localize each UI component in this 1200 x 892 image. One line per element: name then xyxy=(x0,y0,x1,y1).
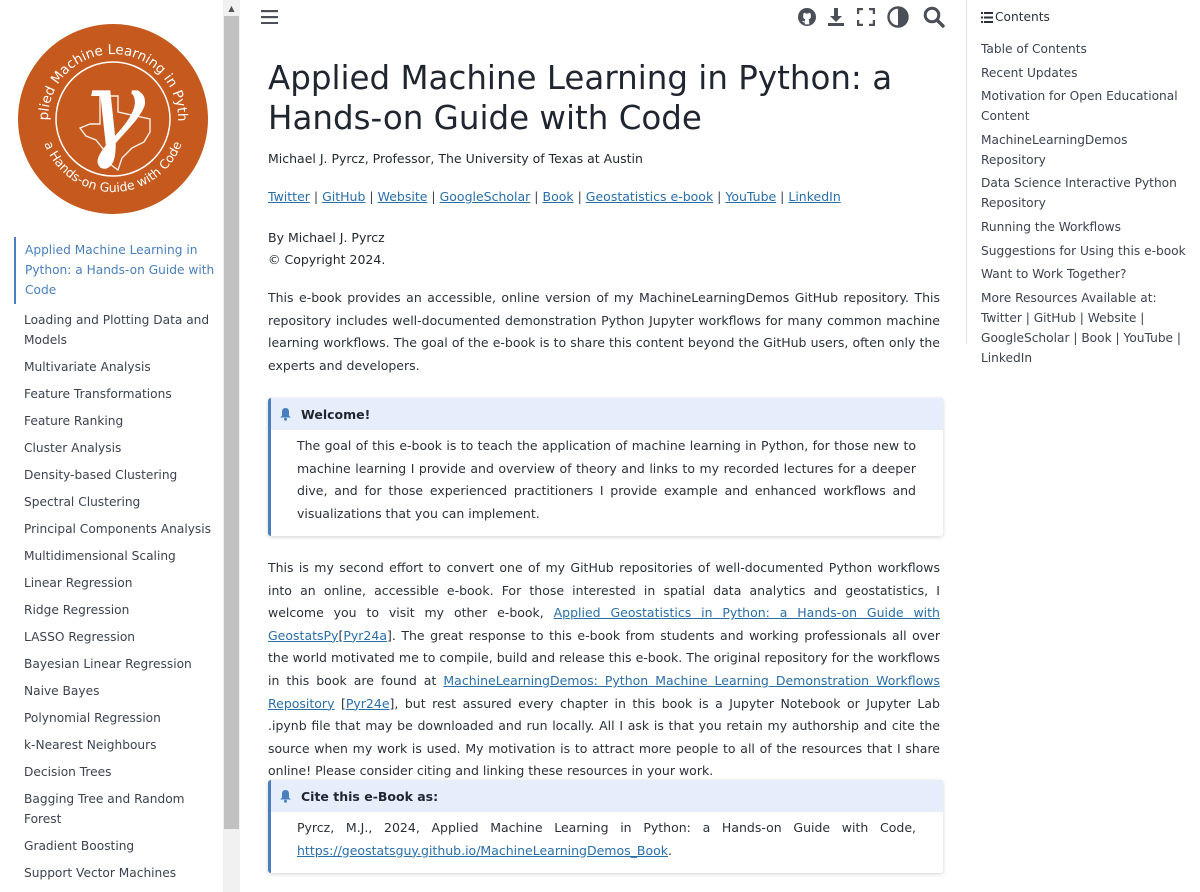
sidebar-nav-item[interactable]: LASSO Regression xyxy=(14,624,220,651)
sidebar-nav-item[interactable]: Ridge Regression xyxy=(14,597,220,624)
social-links: Twitter | GitHub | Website | GoogleSchol… xyxy=(268,189,841,204)
sidebar-nav-item[interactable]: Spectral Clustering xyxy=(14,489,220,516)
toc-item[interactable]: Data Science Interactive Python Reposito… xyxy=(981,173,1193,213)
toc-item[interactable]: Recent Updates xyxy=(981,63,1193,83)
sidebar-nav-item[interactable]: Principal Components Analysis xyxy=(14,516,220,543)
link-separator: | xyxy=(365,189,378,204)
toc-item[interactable]: Motivation for Open Educational Content xyxy=(981,86,1193,126)
sidebar-nav-item[interactable]: Gradient Boosting xyxy=(14,833,220,860)
github-icon[interactable] xyxy=(795,5,819,29)
social-link[interactable]: Website xyxy=(378,189,428,204)
admonition-title: Welcome! xyxy=(301,406,371,422)
sidebar-nav-item[interactable]: Density-based Clustering xyxy=(14,462,220,489)
welcome-admonition: Welcome! The goal of this e-book is to t… xyxy=(268,398,943,536)
link-separator: | xyxy=(309,189,323,204)
admonition-body: Pyrcz, M.J., 2024, Applied Machine Learn… xyxy=(271,812,943,872)
sidebar-nav-item[interactable]: Bayesian Linear Regression xyxy=(14,651,220,678)
social-link[interactable]: Geostatistics e-book xyxy=(586,189,713,204)
byline: By Michael J. Pyrcz © Copyright 2024. xyxy=(268,227,385,271)
toc-item[interactable]: More Resources Available at: Twitter | G… xyxy=(981,288,1193,368)
list-icon xyxy=(981,11,993,23)
author-line: Michael J. Pyrcz, Professor, The Univers… xyxy=(268,151,643,166)
scroll-up-arrow[interactable]: ▲ xyxy=(223,0,240,16)
social-link[interactable]: LinkedIn xyxy=(788,189,840,204)
search-icon[interactable] xyxy=(922,5,946,29)
toc-list: Table of Contents Recent Updates Motivatio… xyxy=(981,39,1193,371)
admonition-header: Welcome! xyxy=(271,398,943,430)
sidebar-nav-item[interactable]: Feature Transformations xyxy=(14,381,220,408)
fullscreen-icon[interactable] xyxy=(854,5,878,29)
citation-end: . xyxy=(668,842,672,858)
sidebar-nav-item[interactable]: Multidimensional Scaling xyxy=(14,543,220,570)
sidebar-nav-item[interactable]: Naive Bayes xyxy=(14,678,220,705)
citation-text: Pyrcz, M.J., 2024, Applied Machine Learn… xyxy=(297,820,916,835)
link-separator: | xyxy=(573,189,586,204)
download-icon[interactable] xyxy=(824,5,848,29)
toc-item[interactable]: Table of Contents xyxy=(981,39,1193,59)
sidebar-nav-item[interactable]: Linear Regression xyxy=(14,570,220,597)
social-link[interactable]: Book xyxy=(543,189,574,204)
page-toc: Contents Table of Contents Recent Updates… xyxy=(966,0,1200,365)
toc-item[interactable]: MachineLearningDemos Repository xyxy=(981,130,1193,170)
sidebar-nav-item[interactable]: k-Nearest Neighbours xyxy=(14,732,220,759)
toc-item[interactable]: Suggestions for Using this e-book xyxy=(981,241,1193,261)
link-separator: | xyxy=(713,189,726,204)
theme-toggle-icon[interactable] xyxy=(886,5,910,29)
citation-link[interactable]: Pyr24a xyxy=(343,628,387,643)
menu-icon[interactable] xyxy=(258,6,280,28)
social-link[interactable]: YouTube xyxy=(725,189,776,204)
sidebar-nav: Applied Machine Learning in Python: a Ha… xyxy=(14,237,220,892)
sidebar-nav-item[interactable]: Cluster Analysis xyxy=(14,435,220,462)
toc-header: Contents xyxy=(981,10,1050,24)
toc-item[interactable]: Want to Work Together? xyxy=(981,264,1193,284)
link-separator: | xyxy=(776,189,789,204)
sidebar-nav-item[interactable]: Bagging Tree and Random Forest xyxy=(14,786,220,833)
citation-link[interactable]: Pyr24e xyxy=(346,696,390,711)
toc-item[interactable]: Running the Workflows xyxy=(981,217,1193,237)
cite-admonition: Cite this e-Book as: Pyrcz, M.J., 2024, … xyxy=(268,780,943,873)
sidebar-nav-item[interactable]: Polynomial Regression xyxy=(14,705,220,732)
sidebar-nav-item[interactable]: Support Vector Machines xyxy=(14,860,220,887)
sidebar-nav-item[interactable]: Decision Trees xyxy=(14,759,220,786)
toc-title: Contents xyxy=(995,10,1050,24)
admonition-title: Cite this e-Book as: xyxy=(301,788,439,804)
sidebar-nav-item[interactable]: Loading and Plotting Data and Models xyxy=(14,307,220,354)
intro-paragraph: This e-book provides an accessible, onli… xyxy=(268,290,940,373)
copyright: © Copyright 2024. xyxy=(268,252,386,267)
book-logo[interactable]: γ Applied Machine Learning in Python a H… xyxy=(18,24,208,214)
social-link[interactable]: GoogleScholar xyxy=(440,189,531,204)
book-url-link[interactable]: https://geostatsguy.github.io/MachineLea… xyxy=(297,843,668,858)
bell-icon xyxy=(279,789,292,803)
admonition-header: Cite this e-Book as: xyxy=(271,780,943,812)
scrollbar-thumb[interactable] xyxy=(224,16,239,829)
link-separator: | xyxy=(530,189,543,204)
author-name: By Michael J. Pyrcz xyxy=(268,230,385,245)
left-sidebar: γ Applied Machine Learning in Python a H… xyxy=(0,0,223,892)
sidebar-nav-item[interactable]: Conclusions xyxy=(14,887,220,892)
link-separator: | xyxy=(427,189,440,204)
sidebar-scrollbar[interactable]: ▲ xyxy=(223,0,240,892)
bell-icon xyxy=(279,407,292,421)
page-title: Applied Machine Learning in Python: a Ha… xyxy=(268,59,893,137)
sidebar-nav-item[interactable]: Applied Machine Learning in Python: a Ha… xyxy=(14,237,220,304)
second-paragraph: This is my second effort to convert one … xyxy=(268,557,940,783)
citation-bracket: [ xyxy=(334,695,346,711)
sidebar-nav-item[interactable]: Multivariate Analysis xyxy=(14,354,220,381)
admonition-body: The goal of this e-book is to teach the … xyxy=(297,438,916,521)
svg-text:γ: γ xyxy=(81,47,146,172)
sidebar-nav-item[interactable]: Feature Ranking xyxy=(14,408,220,435)
social-link[interactable]: GitHub xyxy=(322,189,365,204)
social-link[interactable]: Twitter xyxy=(268,189,310,204)
